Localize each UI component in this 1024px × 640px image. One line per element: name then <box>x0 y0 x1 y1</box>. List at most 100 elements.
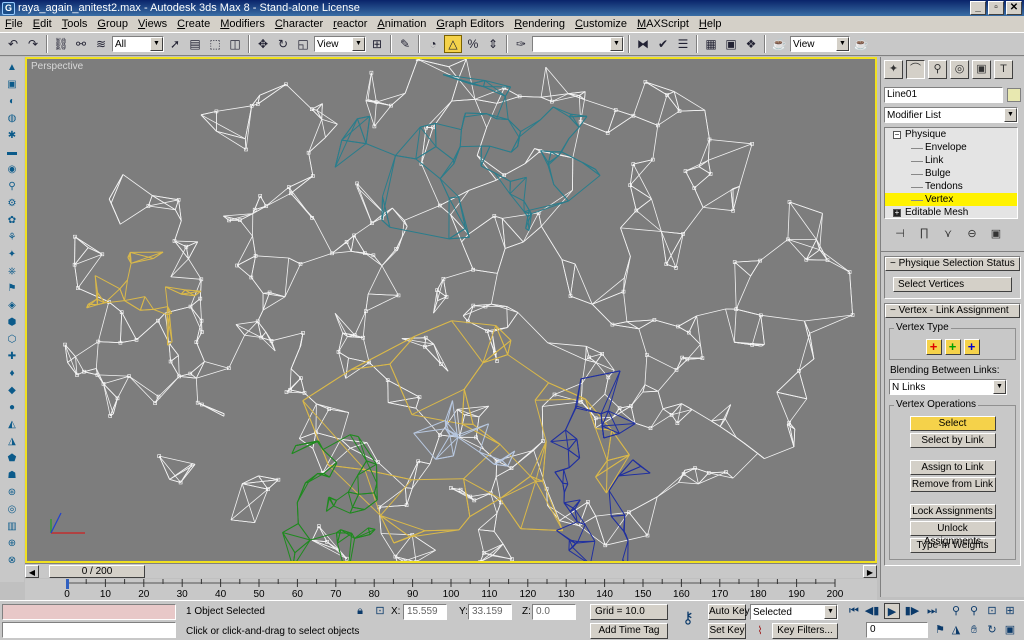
material-editor-icon[interactable]: ❖ <box>742 35 760 53</box>
select-by-name-icon[interactable]: ▤ <box>186 35 204 53</box>
tool-icon[interactable]: ◆ <box>4 384 20 398</box>
selection-filter-dropdown[interactable]: All ▼ <box>112 36 164 52</box>
track-bar[interactable]: 0 10 20 30 40 50 60 70 80 90 100 110 120 130 140 150 160… <box>25 579 877 600</box>
tool-icon[interactable]: ◈ <box>4 299 20 313</box>
lock-selection-icon[interactable]: 🔒︎ <box>352 603 368 619</box>
tool-icon[interactable]: ◎ <box>4 503 20 517</box>
tool-icon[interactable]: ⚲ <box>4 180 20 194</box>
tool-icon[interactable]: ▲ <box>4 61 20 75</box>
render-view-dropdown[interactable]: View ▼ <box>790 36 850 52</box>
menu-help[interactable]: Help <box>694 18 727 30</box>
go-to-start-icon[interactable]: ⏮ <box>846 603 862 619</box>
percent-snap-icon[interactable]: % <box>464 35 482 53</box>
move-icon[interactable]: ✥ <box>254 35 272 53</box>
tool-icon[interactable]: ◉ <box>4 163 20 177</box>
window-crossing-icon[interactable]: ◫ <box>226 35 244 53</box>
time-slider[interactable]: ◀ 0 / 200 ▶ <box>25 563 877 578</box>
expand-icon[interactable]: + <box>893 209 901 217</box>
time-config-icon[interactable]: ⚑ <box>932 622 948 638</box>
blending-dropdown[interactable]: N Links ▼ <box>889 379 1007 395</box>
menu-group[interactable]: Group <box>92 18 133 30</box>
select-button[interactable]: Select <box>909 416 996 431</box>
schematic-view-icon[interactable]: ▣ <box>722 35 740 53</box>
collapse-icon[interactable]: − <box>893 131 901 139</box>
perspective-viewport[interactable]: Perspective <box>25 57 877 563</box>
pan-icon[interactable]: ✋︎ <box>966 622 982 638</box>
key-filters-button[interactable]: Key Filters... <box>772 623 838 639</box>
remove-from-link-button[interactable]: Remove from Link <box>909 477 996 492</box>
maximize-button[interactable]: ▫ <box>988 1 1004 15</box>
mirror-icon[interactable]: ⧓ <box>634 35 652 53</box>
unlink-icon[interactable]: ⚯ <box>72 35 90 53</box>
root-vertex-button[interactable]: + <box>963 339 980 355</box>
object-name-field[interactable]: Line01 <box>884 87 1003 103</box>
layer-manager-icon[interactable]: ☰ <box>674 35 692 53</box>
stack-item-editable-mesh[interactable]: + Editable Mesh <box>885 206 1017 219</box>
select-by-link-button[interactable]: Select by Link <box>909 433 996 448</box>
tool-icon[interactable]: ⬟ <box>4 452 20 466</box>
key-icon[interactable]: ⚷ <box>676 611 700 627</box>
stack-item-vertex[interactable]: Vertex <box>885 193 1017 206</box>
tool-icon[interactable]: ⚑ <box>4 282 20 296</box>
menu-file[interactable]: File <box>0 18 28 30</box>
y-coordinate-field[interactable]: 33.159 <box>468 604 512 620</box>
key-mode-dropdown[interactable]: Selected ▼ <box>750 604 838 620</box>
go-to-end-icon[interactable]: ⏭ <box>924 603 940 619</box>
absolute-mode-icon[interactable]: ⊡ <box>372 603 388 619</box>
rotate-icon[interactable]: ↻ <box>274 35 292 53</box>
viewport-label[interactable]: Perspective <box>31 61 83 72</box>
menu-views[interactable]: Views <box>133 18 172 30</box>
default-tangent-icon[interactable]: ⌇ <box>752 623 768 639</box>
quick-render-icon[interactable]: ☕ <box>852 35 870 53</box>
tool-icon[interactable]: ⊕ <box>4 537 20 551</box>
tool-icon[interactable]: ⊗ <box>4 554 20 568</box>
tool-icon[interactable]: ✚ <box>4 350 20 364</box>
menu-edit[interactable]: Edit <box>28 18 57 30</box>
align-icon[interactable]: ✔ <box>654 35 672 53</box>
modify-tab-icon[interactable]: ⌒ <box>906 60 925 79</box>
assign-to-link-button[interactable]: Assign to Link <box>909 460 996 475</box>
tool-icon[interactable]: ⚘ <box>4 231 20 245</box>
select-object-icon[interactable]: ➚ <box>166 35 184 53</box>
utilities-tab-icon[interactable]: T <box>994 60 1013 79</box>
previous-frame-icon[interactable]: ◀▮ <box>864 603 880 619</box>
menu-tools[interactable]: Tools <box>57 18 93 30</box>
pin-stack-icon[interactable]: ⊣ <box>891 227 909 243</box>
maxscript-input[interactable] <box>2 622 176 638</box>
select-link-icon[interactable]: ⛓ <box>52 35 70 53</box>
tool-icon[interactable]: ◍ <box>4 112 20 126</box>
motion-tab-icon[interactable]: ◎ <box>950 60 969 79</box>
play-icon[interactable]: ▶ <box>884 603 900 619</box>
auto-key-button[interactable]: Auto Key <box>708 604 750 620</box>
add-time-tag-button[interactable]: Add Time Tag <box>590 623 668 639</box>
manipulate-icon[interactable]: ✎ <box>396 35 414 53</box>
tool-icon[interactable]: ▥ <box>4 520 20 534</box>
next-frame-icon[interactable]: ▮▶ <box>904 603 920 619</box>
spinner-snap-icon[interactable]: ⇕ <box>484 35 502 53</box>
tool-icon[interactable]: ✱ <box>4 129 20 143</box>
zoom-all-icon[interactable]: ⚲ <box>966 603 982 619</box>
scale-icon[interactable]: ◱ <box>294 35 312 53</box>
rigid-vertex-button[interactable]: + <box>925 339 942 355</box>
maxscript-listener[interactable] <box>2 604 176 620</box>
configure-modifier-sets-icon[interactable]: ▣ <box>987 227 1005 243</box>
field-of-view-icon[interactable]: ◮ <box>948 622 964 638</box>
menu-character[interactable]: Character <box>270 18 328 30</box>
current-frame-field[interactable]: 0 <box>866 622 928 638</box>
rollout-header[interactable]: − Vertex - Link Assignment <box>885 304 1020 318</box>
pivot-center-icon[interactable]: ⊞ <box>368 35 386 53</box>
menu-rendering[interactable]: Rendering <box>509 18 570 30</box>
tool-icon[interactable]: ▬ <box>4 146 20 160</box>
unlock-assignments-button[interactable]: Unlock Assignments <box>909 521 996 547</box>
edit-named-selection-icon[interactable]: ✑ <box>512 35 530 53</box>
make-unique-icon[interactable]: ⋎ <box>939 227 957 243</box>
tool-icon[interactable]: ● <box>4 401 20 415</box>
set-key-button[interactable]: Set Key <box>708 623 746 639</box>
tool-icon[interactable]: ◮ <box>4 435 20 449</box>
tool-icon[interactable]: ♦ <box>4 367 20 381</box>
modifier-list-dropdown[interactable]: Modifier List ▼ <box>884 107 1018 123</box>
show-end-result-icon[interactable]: ∏ <box>915 227 933 243</box>
render-scene-icon[interactable]: ☕ <box>770 35 788 53</box>
menu-reactor[interactable]: reactor <box>328 18 372 30</box>
lock-assignments-button[interactable]: Lock Assignments <box>909 504 996 519</box>
